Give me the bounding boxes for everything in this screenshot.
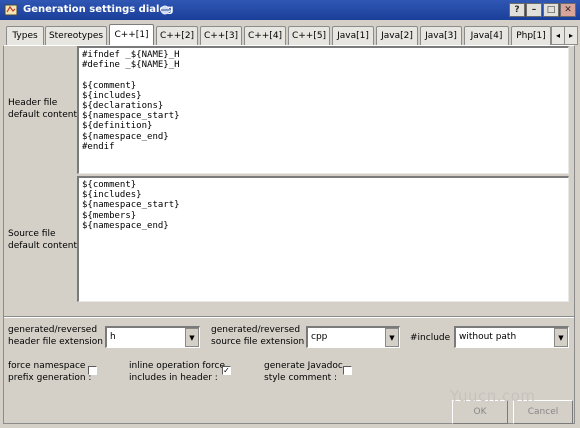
include-value: without path: [459, 332, 517, 342]
tab-cpp-5[interactable]: C++[5]: [288, 26, 330, 45]
minimize-button[interactable]: –: [526, 3, 542, 17]
maximize-button[interactable]: □: [543, 3, 559, 17]
inline-force-checkbox[interactable]: ✓: [222, 366, 231, 375]
source-extension-label: generated/reversed source file extension…: [211, 325, 310, 347]
close-button[interactable]: ✕: [560, 3, 576, 17]
tab-scroll-right-button[interactable]: ▸: [564, 26, 578, 45]
check-icon: ✓: [223, 366, 230, 375]
watermark: Yuucn.com: [450, 387, 536, 405]
inline-force-label: inline operation force includes in heade…: [129, 361, 226, 383]
tab-types[interactable]: Types: [6, 26, 44, 45]
chevron-down-icon[interactable]: ▼: [554, 328, 568, 347]
javadoc-checkbox[interactable]: [343, 366, 352, 375]
help-button[interactable]: ?: [509, 3, 525, 17]
tab-scroll-left-button[interactable]: ◂: [551, 26, 565, 45]
tab-cpp-4[interactable]: C++[4]: [244, 26, 286, 45]
tab-php-1[interactable]: Php[1]: [511, 26, 551, 45]
window-title: Generation settings dialog: [23, 4, 174, 15]
header-content-label: Header file default content :: [8, 98, 83, 120]
header-extension-label: generated/reversed header file extension…: [8, 325, 109, 347]
force-namespace-label: force namespace prefix generation :: [8, 361, 92, 383]
source-extension-select[interactable]: cpp ▼: [306, 326, 400, 348]
tab-cpp-3[interactable]: C++[3]: [200, 26, 242, 45]
header-content-textarea[interactable]: #ifndef _${NAME}_H #define _${NAME}_H ${…: [77, 46, 569, 174]
tab-cpp-1[interactable]: C++[1]: [109, 24, 154, 46]
chevron-down-icon[interactable]: ▼: [385, 328, 399, 347]
pin-icon[interactable]: [159, 4, 171, 16]
tab-java-1[interactable]: Java[1]: [332, 26, 374, 45]
javadoc-label: generate Javadoc style comment :: [264, 361, 343, 383]
divider: [4, 316, 574, 318]
tab-stereotypes[interactable]: Stereotypes: [45, 26, 107, 45]
tab-java-4[interactable]: Java[4]: [464, 26, 509, 45]
include-select[interactable]: without path ▼: [454, 326, 569, 348]
tab-java-2[interactable]: Java[2]: [376, 26, 418, 45]
app-icon: [4, 4, 18, 16]
include-label: #include :: [410, 333, 457, 343]
tab-java-3[interactable]: Java[3]: [420, 26, 462, 45]
source-content-label: Source file default content :: [8, 229, 83, 251]
title-bar: Generation settings dialog ? – □ ✕: [0, 0, 580, 20]
header-extension-select[interactable]: h ▼: [105, 326, 200, 348]
force-namespace-checkbox[interactable]: [88, 366, 97, 375]
tab-cpp-2[interactable]: C++[2]: [156, 26, 198, 45]
chevron-down-icon[interactable]: ▼: [185, 328, 199, 347]
source-extension-value: cpp: [311, 332, 328, 342]
source-content-textarea[interactable]: ${comment} ${includes} ${namespace_start…: [77, 176, 569, 302]
header-extension-value: h: [110, 332, 116, 342]
